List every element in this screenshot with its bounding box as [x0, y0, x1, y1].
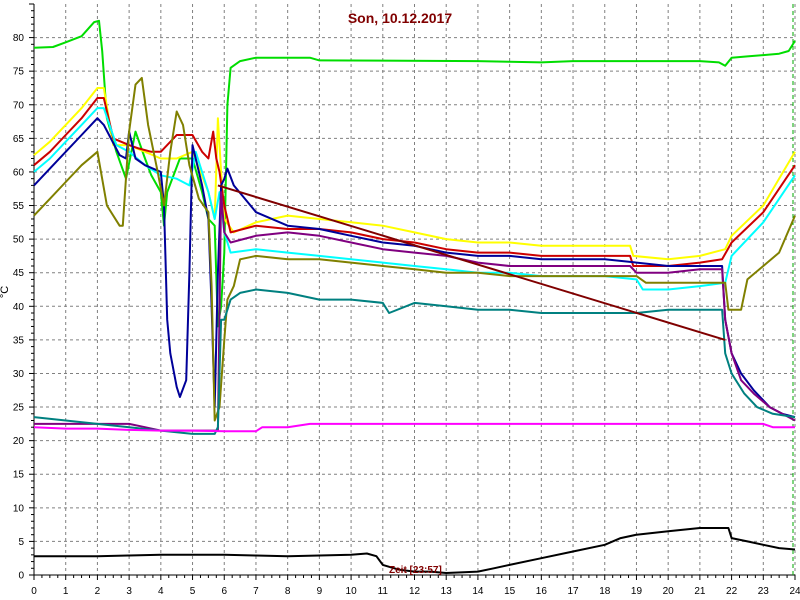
y-tick-label: 25: [13, 403, 25, 414]
chart-title: Son, 10.12.2017: [348, 10, 453, 26]
y-tick-label: 35: [13, 335, 25, 346]
x-tick-label: 23: [758, 586, 770, 597]
y-axis-label: °C: [0, 286, 11, 298]
temperature-chart: Son, 10.12.2017 °C Zeit [23:57] 05101520…: [0, 3, 800, 597]
x-tick-label: 9: [317, 586, 323, 597]
series-line-10: [217, 184, 726, 341]
x-tick-label: 19: [631, 586, 643, 597]
x-tick-label: 8: [285, 586, 291, 597]
y-tick-label: 20: [13, 436, 25, 447]
x-tick-label: 12: [409, 586, 421, 597]
x-tick-label: 17: [567, 586, 579, 597]
x-tick-label: 3: [126, 586, 132, 597]
y-tick-label: 80: [13, 33, 25, 44]
y-tick-labels: 0 5 10 15 20 25 30 35 40 45 50 55 60 65 70 75 80: [13, 33, 25, 581]
time-label: Zeit [23:57]: [389, 565, 442, 576]
series-line-6: [33, 76, 796, 422]
y-tick-label: 15: [13, 470, 25, 481]
x-tick-label: 16: [536, 586, 548, 597]
x-tick-label: 13: [441, 586, 453, 597]
y-tick-label: 0: [18, 571, 24, 582]
y-tick-label: 65: [13, 134, 25, 145]
y-tick-label: 5: [18, 537, 24, 548]
x-tick-label: 21: [694, 586, 706, 597]
x-tick-label: 24: [789, 586, 800, 597]
y-tick-label: 40: [13, 302, 25, 313]
x-tick-label: 10: [346, 586, 358, 597]
y-tick-label: 75: [13, 67, 25, 78]
x-tick-label: 7: [253, 586, 259, 597]
x-tick-label: 11: [378, 586, 389, 597]
y-tick-label: 50: [13, 235, 25, 246]
x-tick-label: 18: [599, 586, 611, 597]
chart-root: Son, 10.12.2017 °C Zeit [23:57] 0 5 10 15 20…: [0, 0, 800, 600]
x-tick-label: 20: [663, 586, 675, 597]
grid: [34, 4, 796, 575]
y-tick-label: 10: [13, 503, 25, 514]
x-tick-labels: 0 1 2 3 4 5 6 7 8 9 10 11 12 13 14 15 16 17 18 19 20 21 22 23 24: [31, 586, 800, 597]
x-tick-label: 1: [63, 586, 69, 597]
x-tick-label: 0: [31, 586, 37, 597]
x-tick-label: 2: [95, 586, 101, 597]
y-tick-label: 45: [13, 268, 25, 279]
x-tick-label: 5: [190, 586, 196, 597]
x-tick-label: 14: [472, 586, 484, 597]
x-tick-label: 4: [158, 586, 164, 597]
y-tick-label: 55: [13, 201, 25, 212]
x-tick-label: 6: [221, 586, 227, 597]
y-tick-label: 70: [13, 100, 25, 111]
x-tick-label: 15: [504, 586, 516, 597]
y-tick-label: 30: [13, 369, 25, 380]
y-tick-label: 60: [13, 167, 25, 178]
x-tick-label: 22: [726, 586, 738, 597]
